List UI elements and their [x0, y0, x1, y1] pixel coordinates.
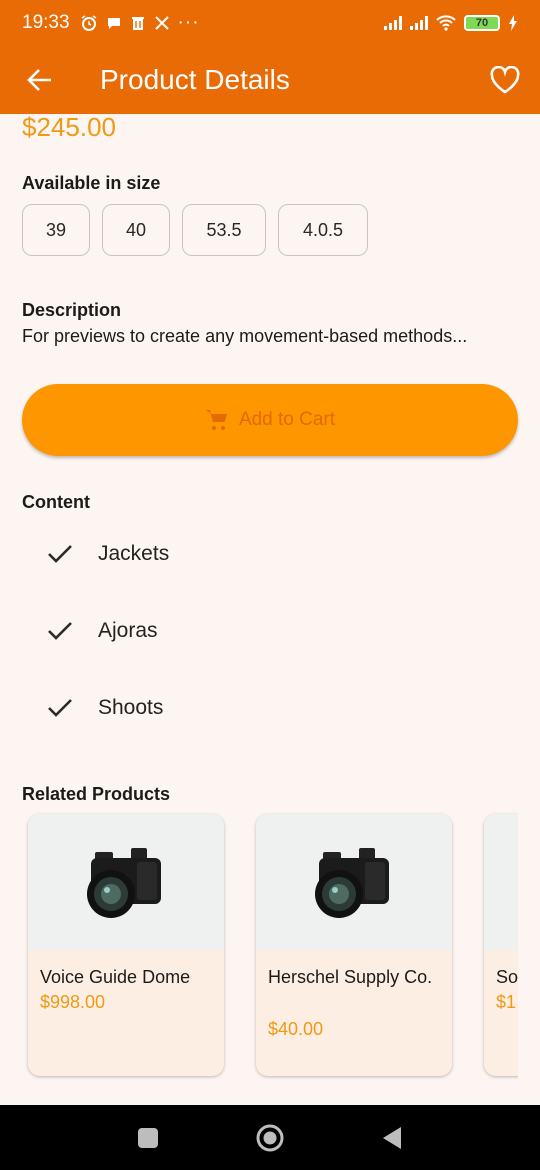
- description-text: For previews to create any movement-base…: [22, 326, 468, 346]
- heart-outline-icon: [490, 66, 520, 94]
- wifi-icon: [436, 15, 456, 31]
- more-dots-icon: ···: [177, 12, 200, 33]
- size-chip[interactable]: 39: [22, 204, 90, 256]
- status-icons-right: 70: [384, 15, 518, 31]
- status-icons-left: ···: [80, 12, 200, 34]
- recents-button[interactable]: [118, 1105, 178, 1170]
- add-to-cart-button[interactable]: Add to Cart: [22, 384, 518, 456]
- related-products-label: Related Products: [22, 784, 171, 804]
- check-icon: [48, 699, 72, 717]
- signal-icon: [384, 16, 402, 30]
- check-icon: [48, 622, 72, 640]
- product-name: So: [496, 967, 518, 987]
- add-to-cart-label: Add to Cart: [238, 409, 336, 430]
- description-label: Description: [22, 300, 122, 320]
- trash-icon: [131, 17, 144, 30]
- size-options: 39 40 53.5 4.0.5: [22, 204, 368, 256]
- page-title: Product Details: [100, 64, 290, 95]
- content-label: Content: [22, 492, 90, 512]
- product-image: [28, 814, 224, 950]
- home-button[interactable]: [240, 1105, 300, 1170]
- content-item-label: Jackets: [98, 542, 170, 565]
- content-item: Ajoras: [46, 617, 158, 645]
- status-time: 19:33: [22, 12, 70, 33]
- charging-icon: [509, 15, 517, 31]
- content-item-label: Ajoras: [98, 619, 158, 642]
- product-image: [256, 814, 452, 950]
- camera-image: [315, 848, 389, 918]
- product-price: $998.00: [40, 992, 106, 1012]
- product-image: [484, 814, 518, 950]
- alarm-icon: [81, 15, 96, 31]
- sizes-label: Available in size: [22, 173, 161, 193]
- product-name: Voice Guide Dome: [40, 967, 191, 987]
- back-button[interactable]: [0, 46, 80, 114]
- product-price: $245.00: [22, 112, 116, 142]
- content-item-label: Shoots: [98, 696, 164, 719]
- back-system-button[interactable]: [362, 1105, 422, 1170]
- system-nav-bar: [0, 1105, 540, 1170]
- product-price: $1: [496, 992, 517, 1012]
- app-bar: Product Details: [0, 46, 540, 114]
- check-icon: [48, 545, 72, 563]
- content-item: Shoots: [46, 694, 163, 722]
- status-bar: 19:33 ··· 70: [0, 0, 540, 46]
- product-card[interactable]: So $1: [484, 814, 518, 1076]
- product-card[interactable]: Herschel Supply Co. $40.00: [256, 814, 452, 1076]
- x-logo-icon: [154, 16, 169, 30]
- product-card[interactable]: Voice Guide Dome $998.00: [28, 814, 224, 1076]
- size-chip[interactable]: 40: [102, 204, 170, 256]
- arrow-left-icon: [27, 69, 51, 91]
- signal-icon: [410, 16, 428, 30]
- related-products-list[interactable]: Voice Guide Dome $998.00 Herschel Supply…: [0, 812, 518, 1082]
- back-triangle-icon: [383, 1126, 401, 1149]
- favorite-button[interactable]: [470, 46, 540, 114]
- product-name: Herschel Supply Co.: [268, 967, 433, 987]
- recents-square-icon: [138, 1127, 158, 1148]
- battery-icon: 70: [464, 15, 500, 31]
- home-circle-icon: [256, 1124, 284, 1151]
- size-chip[interactable]: 4.0.5: [278, 204, 368, 256]
- product-price: $40.00: [268, 1019, 324, 1039]
- shopping-cart-icon: [205, 410, 227, 430]
- content-item: Jackets: [46, 540, 169, 568]
- camera-image: [87, 848, 161, 918]
- size-chip[interactable]: 53.5: [182, 204, 266, 256]
- chat-bubble-icon: [107, 18, 120, 29]
